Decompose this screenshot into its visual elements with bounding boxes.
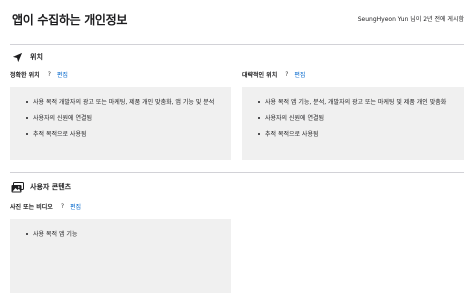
edit-link[interactable]: 편집 [70, 202, 81, 211]
page-title: 앱이 수집하는 개인정보 [12, 13, 128, 27]
help-button[interactable]: ? [61, 203, 64, 210]
section-header-location: 위치 [10, 50, 43, 64]
section-title: 사용자 콘텐츠 [30, 183, 72, 191]
usage-item: 사용 목적 개발자의 광고 또는 마케팅, 제품 개인 맞춤화, 앱 기능 및 … [26, 97, 222, 108]
data-type-photos-videos: 사진 또는 비디오 ? 편집 [10, 200, 81, 212]
photos-icon [10, 180, 24, 194]
data-usage-panel: 사용 목적 개발자의 광고 또는 마케팅, 제품 개인 맞춤화, 앱 기능 및 … [10, 87, 231, 160]
usage-item: 사용 목적 앱 기능, 분석, 개발자의 광고 또는 마케팅 및 제품 개인 맞… [258, 97, 456, 108]
data-type-coarse-location: 대략적인 위치 ? 편집 [242, 68, 305, 80]
edit-link[interactable]: 편집 [294, 70, 305, 79]
section-divider [10, 44, 464, 45]
usage-item: 사용자의 신원에 연결됨 [26, 113, 222, 124]
section-header-user-content: 사용자 콘텐츠 [10, 180, 71, 194]
posted-by-text: SeungHyeon Yun 님이 2년 전에 게시함 [357, 16, 464, 23]
data-type-precise-location: 정확한 위치 ? 편집 [10, 68, 68, 80]
usage-item: 사용자의 신원에 연결됨 [258, 113, 456, 124]
section-divider [10, 172, 464, 173]
location-arrow-icon [10, 50, 24, 64]
data-usage-panel: 사용 목적 앱 기능 [10, 219, 231, 293]
data-type-header: 정확한 위치 ? 편집 [10, 68, 68, 80]
help-button[interactable]: ? [285, 71, 288, 78]
usage-item: 추적 목적으로 사용됨 [26, 129, 222, 140]
data-type-header: 사진 또는 비디오 ? 편집 [10, 200, 81, 212]
edit-link[interactable]: 편집 [57, 70, 68, 79]
data-type-header: 대략적인 위치 ? 편집 [242, 68, 305, 80]
section-title: 위치 [30, 53, 43, 61]
data-type-title: 정확한 위치 [10, 71, 40, 79]
usage-item: 추적 목적으로 사용됨 [258, 129, 456, 140]
data-type-title: 대략적인 위치 [242, 71, 278, 79]
page-header: 앱이 수집하는 개인정보 SeungHyeon Yun 님이 2년 전에 게시함 [12, 10, 464, 32]
data-usage-panel: 사용 목적 앱 기능, 분석, 개발자의 광고 또는 마케팅 및 제품 개인 맞… [242, 87, 464, 160]
data-type-title: 사진 또는 비디오 [10, 203, 53, 211]
usage-item: 사용 목적 앱 기능 [26, 229, 222, 240]
help-button[interactable]: ? [48, 71, 51, 78]
